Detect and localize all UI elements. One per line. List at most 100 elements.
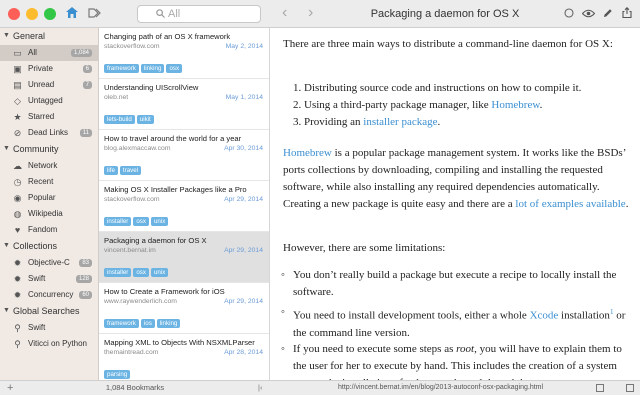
tag-badge[interactable]: installer [104, 217, 132, 226]
sidebar: ▼ General ▭ All 1,084 ▣ Private 6 ▤ Unread 7 ◇ Untag… [0, 28, 99, 380]
tag-badge[interactable]: lets-build [104, 115, 135, 124]
tag-badge[interactable]: travel [119, 166, 142, 175]
search-icon: ⚲ [14, 339, 21, 349]
search-icon: ⚲ [14, 323, 21, 333]
tag-badge[interactable]: framework [104, 64, 139, 73]
tag-badge[interactable]: linking [156, 319, 181, 328]
bookmark-count: 1,084 Bookmarks [105, 383, 165, 392]
bookmark-row[interactable]: Changing path of an OS X framework stacko… [99, 28, 269, 79]
read-status-icon[interactable] [563, 5, 575, 23]
bookmark-title: Changing path of an OS X framework [104, 32, 231, 41]
tags-toggle-icon[interactable] [86, 5, 104, 23]
preview-eye-icon[interactable] [581, 5, 595, 23]
list-item-1: 1. Distributing source code and instruct… [293, 82, 582, 94]
bookmark-tags: life travel [104, 159, 143, 177]
sidebar-item-label: Swift [28, 274, 46, 283]
count-badge: 60 [79, 291, 92, 299]
tag-badge[interactable]: ios [140, 319, 155, 328]
sidebar-item-fandom[interactable]: ♥ Fandom [0, 222, 98, 238]
sidebar-item-swift[interactable]: ⚲ Swift [0, 320, 98, 336]
bookmark-tags: installer osx unix [104, 261, 170, 279]
tag-badge[interactable]: installer [104, 268, 132, 277]
examples-link[interactable]: lot of examples available [515, 198, 625, 210]
forward-button[interactable]: › [308, 4, 313, 22]
search-icon [156, 9, 165, 18]
bookmark-date: Apr 29, 2014 [224, 247, 263, 254]
sidebar-item-label: Dead Links [28, 128, 69, 137]
sidebar-item-viticci-on-python[interactable]: ⚲ Viticci on Python [0, 336, 98, 352]
disclosure-triangle-icon[interactable]: ▼ [3, 28, 10, 44]
bullet-item-2: ◦ You need to install development tools, … [281, 306, 626, 339]
back-button[interactable]: ‹ [282, 4, 287, 22]
clock-icon: ◷ [13, 177, 22, 187]
app-window: All ‹ › Packaging a daemon for OS X ▼ Gen… [0, 0, 640, 395]
sidebar-item-private[interactable]: ▣ Private 6 [0, 61, 98, 77]
tag-badge[interactable]: unix [150, 268, 169, 277]
home-icon[interactable] [63, 5, 81, 23]
sidebar-item-starred[interactable]: ★ Starred [0, 109, 98, 125]
search-placeholder: All [168, 8, 181, 20]
sidebar-item-untagged[interactable]: ◇ Untagged [0, 93, 98, 109]
installer-package-link[interactable]: installer package [363, 116, 437, 128]
search-field[interactable]: All [137, 5, 261, 23]
sidebar-item-concurrency[interactable]: ✹ Concurrency 60 [0, 287, 98, 303]
close-window-button[interactable] [8, 8, 20, 20]
bookmark-tags: parsing [104, 363, 132, 380]
sidebar-item-swift[interactable]: ✹ Swift 128 [0, 271, 98, 287]
count-badge: 7 [82, 81, 92, 89]
bookmark-date: Apr 28, 2014 [224, 349, 263, 356]
bookmark-title: How to travel around the world for a yea… [104, 134, 242, 143]
tag-badge[interactable]: osx [166, 64, 183, 73]
cloud-icon: ☁ [13, 161, 22, 171]
sidebar-item-objective-c[interactable]: ✹ Objective-C 83 [0, 255, 98, 271]
sidebar-item-unread[interactable]: ▤ Unread 7 [0, 77, 98, 93]
bookmark-row[interactable]: Packaging a daemon for OS X vincent.berna… [99, 232, 269, 283]
tag-badge[interactable]: linking [140, 64, 165, 73]
bookmark-domain: vincent.bernat.im [104, 247, 156, 254]
status-bar: + 1,084 Bookmarks |‹ http://vincent.bern… [0, 380, 640, 395]
sidebar-item-network[interactable]: ☁ Network [0, 158, 98, 174]
share-icon[interactable] [621, 5, 633, 23]
bookmark-row[interactable]: Understanding UIScrollView oleb.net May 1,… [99, 79, 269, 130]
sidebar-item-wikipedia[interactable]: ◍ Wikipedia [0, 206, 98, 222]
disclosure-triangle-icon[interactable]: ▼ [3, 238, 10, 254]
sidebar-item-dead-links[interactable]: ⊘ Dead Links 11 [0, 125, 98, 141]
sidebar-section-header[interactable]: ▼ Community [0, 141, 98, 158]
homebrew-link-2[interactable]: Homebrew [283, 147, 332, 159]
sidebar-section-header[interactable]: ▼ General [0, 28, 98, 45]
bookmark-domain: www.raywenderlich.com [104, 298, 177, 305]
tag-badge[interactable]: uikit [136, 115, 154, 124]
bookmark-row[interactable]: How to Create a Framework for iOS www.ray… [99, 283, 269, 334]
sidebar-section-header[interactable]: ▼ Global Searches [0, 303, 98, 320]
zoom-window-button[interactable] [44, 8, 56, 20]
tag-badge[interactable]: unix [150, 217, 169, 226]
bookmark-row[interactable]: Mapping XML to Objects With NSXMLParser t… [99, 334, 269, 380]
sidebar-toggle-icon[interactable]: |‹ [258, 381, 262, 395]
tag-badge[interactable]: framework [104, 319, 139, 328]
bookmark-title: Packaging a daemon for OS X [104, 236, 207, 245]
sidebar-item-recent[interactable]: ◷ Recent [0, 174, 98, 190]
tag-badge[interactable]: osx [133, 268, 149, 277]
list-item-3: 3. Providing an installer package. [293, 116, 441, 128]
edit-pencil-icon[interactable] [602, 5, 614, 23]
window-size-icon[interactable] [596, 384, 604, 392]
bookmark-domain: stackoverflow.com [104, 196, 160, 203]
minimize-window-button[interactable] [26, 8, 38, 20]
bookmark-row[interactable]: Making OS X Installer Packages like a Pr… [99, 181, 269, 232]
fullscreen-icon[interactable] [626, 384, 634, 392]
homebrew-link[interactable]: Homebrew [491, 99, 539, 111]
sidebar-item-popular[interactable]: ◉ Popular [0, 190, 98, 206]
sidebar-item-all[interactable]: ▭ All 1,084 [0, 45, 98, 61]
disclosure-triangle-icon[interactable]: ▼ [3, 303, 10, 319]
tag-badge[interactable]: parsing [104, 370, 131, 379]
tag-badge[interactable]: life [104, 166, 118, 175]
gear-icon: ✹ [13, 290, 22, 300]
bookmark-date: May 2, 2014 [225, 43, 263, 50]
tag-badge[interactable]: osx [133, 217, 149, 226]
bookmark-row[interactable]: How to travel around the world for a yea… [99, 130, 269, 181]
xcode-link[interactable]: Xcode [530, 310, 559, 322]
disclosure-triangle-icon[interactable]: ▼ [3, 141, 10, 157]
article-ordered-list: 1. Distributing source code and instruct… [293, 80, 638, 131]
bookmark-date: Apr 30, 2014 [224, 145, 263, 152]
sidebar-section-header[interactable]: ▼ Collections [0, 238, 98, 255]
